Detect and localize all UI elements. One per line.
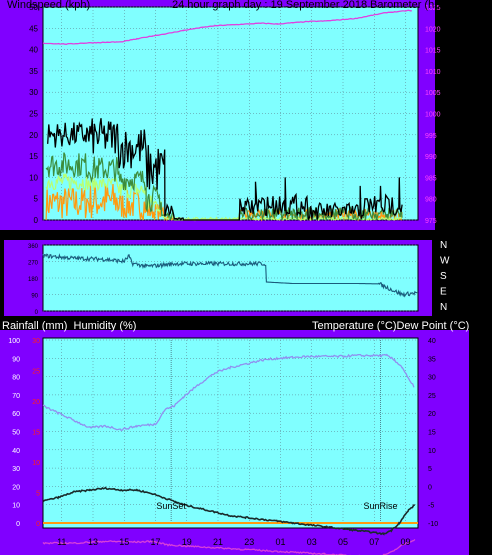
- p3-rain-tick-label: 25: [32, 369, 40, 376]
- p3-right-tick-label: -10: [428, 521, 438, 528]
- p3-rain-tick-label: 30: [32, 338, 40, 345]
- weather-chart-svg: 5045403530252015105010251020101510101005…: [0, 0, 492, 555]
- p1-x-tick-label: 13: [88, 231, 98, 241]
- p3-rain-tick-label: 0: [36, 521, 40, 528]
- temp-dew-axis-label: Temperature (°C)Dew Point (°C): [312, 320, 470, 332]
- p3-right-tick-label: 5: [428, 466, 432, 473]
- p1-right-tick-label: 1015: [425, 48, 441, 55]
- p1-right-tick-label: 990: [425, 154, 437, 161]
- barometer-axis-label: Barometer (hpa): [370, 0, 451, 11]
- p3-rain-tick-label: 15: [32, 430, 40, 437]
- p3-right-tick-label: 25: [428, 393, 436, 400]
- p1-right-tick-label: 1020: [425, 26, 441, 33]
- p3-x-tick-label: 07: [369, 537, 379, 547]
- p1-right-tick-label: 980: [425, 197, 437, 204]
- p3-right-tick-label: 10: [428, 448, 436, 455]
- weather-graph: 50 45 40 35 30 25 20 15 10 5 0 1025 1020 1015 1010 1005…: [0, 0, 492, 555]
- p1-x-tick-label: 23: [244, 231, 254, 241]
- p1-right-tick-label: 975: [425, 218, 437, 225]
- p3-rain-tick-label: 10: [32, 460, 40, 467]
- p1-right-tick-label: 995: [425, 133, 437, 140]
- p1-left-tick-label: 35: [29, 67, 38, 76]
- p3-left-tick-label: 10: [12, 503, 20, 510]
- p2-tick-label: 270: [28, 261, 39, 267]
- p3-x-tick-label: 19: [182, 537, 192, 547]
- p3-right-tick-label: 0: [428, 484, 432, 491]
- p1-left-tick-label: 0: [34, 216, 39, 225]
- p3-right-tick-label: 15: [428, 430, 436, 437]
- p2-tick-label: 180: [28, 277, 39, 283]
- p1-x-tick-label: 01: [275, 231, 285, 241]
- p3-left-tick-label: 100: [8, 338, 20, 345]
- p1-x-tick-label: 11: [57, 231, 66, 241]
- p3-rain-tick-label: 20: [32, 399, 40, 406]
- p3-left-tick-label: 40: [12, 448, 20, 455]
- p2-compass-label: W: [440, 256, 450, 267]
- p3-x-tick-label: 21: [213, 537, 223, 547]
- p3-left-tick-label: 30: [12, 466, 20, 473]
- p3-left-tick-label: 0: [16, 521, 20, 528]
- p3-x-tick-label: 11: [57, 537, 66, 547]
- p3-left-tick-label: 50: [12, 430, 20, 437]
- p1-right-tick-label: 1010: [425, 69, 441, 76]
- p1-right-tick-label: 985: [425, 175, 437, 182]
- p3-x-tick-label: 03: [307, 537, 317, 547]
- p3-left-tick-label: 20: [12, 484, 20, 491]
- p1-left-tick-label: 20: [29, 131, 38, 140]
- p1-left-tick-label: 5: [34, 195, 39, 204]
- p3-x-tick-label: 15: [119, 537, 129, 547]
- p1-x-tick-label: 07: [369, 231, 379, 241]
- p2-tick-label: 90: [31, 294, 38, 300]
- p3-right-tick-label: 40: [428, 338, 436, 345]
- p3-left-tick-label: 80: [12, 375, 20, 382]
- p1-x-tick-label: 09: [400, 231, 410, 241]
- p3-right-tick-label: 35: [428, 356, 436, 363]
- p1-x-tick-label: 17: [150, 231, 160, 241]
- rain-humidity-axis-label: Rainfall (mm) Humidity (%): [2, 320, 137, 332]
- p3-right-tick-label: -5: [428, 503, 434, 510]
- p3-left-tick-label: 60: [12, 411, 20, 418]
- p1-x-tick-label: 05: [338, 231, 348, 241]
- p3-rain-tick-label: 5: [36, 491, 40, 498]
- p1-left-tick-label: 15: [29, 152, 38, 161]
- panel3-right-frame: [438, 330, 469, 555]
- p2-tick-label: 360: [28, 244, 39, 250]
- p1-left-tick-label: 45: [29, 24, 38, 33]
- p2-compass-label: S: [440, 271, 447, 282]
- p1-left-tick-label: 25: [29, 110, 38, 119]
- p1-right-tick-label: 1000: [425, 112, 441, 119]
- p3-x-tick-label: 17: [150, 537, 160, 547]
- chart-title: 24 hour graph day : 19 September 2018: [172, 0, 368, 11]
- p3-right-tick-label: 30: [428, 375, 436, 382]
- p3-x-tick-label: 01: [275, 537, 285, 547]
- p1-left-tick-label: 40: [29, 46, 38, 55]
- p1-x-tick-label: 15: [119, 231, 129, 241]
- p1-left-tick-label: 30: [29, 88, 38, 97]
- p1-x-tick-label: 03: [307, 231, 317, 241]
- p1-left-tick-label: 10: [29, 173, 38, 182]
- p3-right-tick-label: 20: [428, 411, 436, 418]
- windspeed-axis-label: Windspeed (kph): [7, 0, 91, 11]
- p3-x-tick-label: 05: [338, 537, 348, 547]
- sun-annotation: SunSet: [156, 501, 186, 511]
- p3-left-tick-label: 90: [12, 356, 20, 363]
- p1-right-tick-label: 1005: [425, 90, 441, 97]
- p3-x-tick-label: 13: [88, 537, 98, 547]
- p2-compass-label: N: [440, 302, 447, 313]
- p3-x-tick-label: 23: [244, 537, 254, 547]
- p2-compass-label: E: [440, 287, 447, 298]
- p3-x-tick-label: 09: [400, 537, 410, 547]
- p3-left-tick-label: 70: [12, 393, 20, 400]
- p1-x-tick-label: 21: [213, 231, 223, 241]
- p2-compass-label: N: [440, 240, 447, 251]
- sun-annotation: SunRise: [363, 501, 397, 511]
- p1-x-tick-label: 19: [182, 231, 192, 241]
